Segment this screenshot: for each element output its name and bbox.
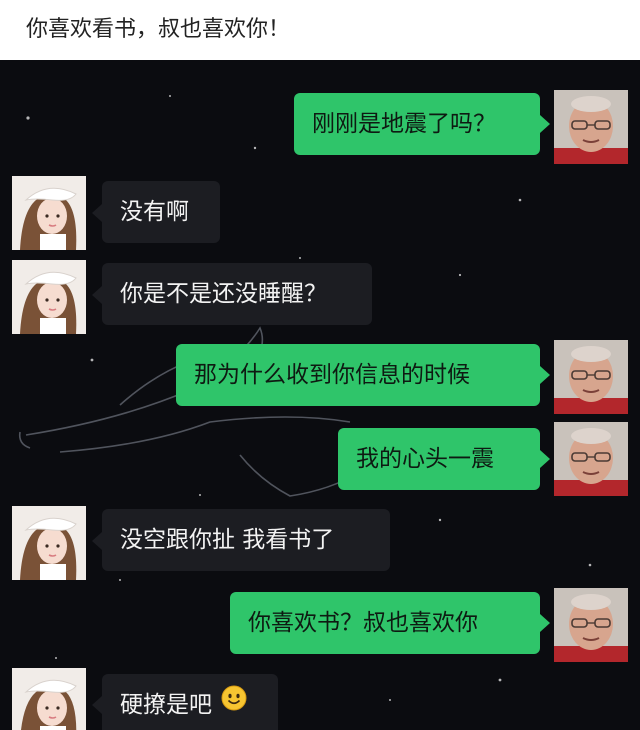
bubble-tail [92, 204, 102, 222]
message-bubble-received: 没空跟你扯 我看书了 [102, 509, 390, 571]
avatar-girl[interactable] [12, 260, 86, 334]
message-text: 你是不是还没睡醒？ [120, 281, 327, 307]
message-bubble-received: 硬撩是吧 [102, 674, 278, 730]
girl-avatar-icon [12, 260, 86, 334]
message-text: 没有啊 [120, 199, 189, 225]
girl-avatar-icon [12, 668, 86, 730]
old-man-avatar-icon [554, 90, 628, 164]
message-bubble-sent: 刚刚是地震了吗？ [294, 93, 540, 155]
bubble-tail [540, 366, 550, 384]
girl-avatar-icon [12, 506, 86, 580]
avatar-girl[interactable] [12, 176, 86, 250]
message-text: 你喜欢书？叔也喜欢你 [248, 610, 478, 636]
smiling-face-emoji-icon [221, 673, 247, 730]
message-bubble-sent: 我的心头一震 [338, 428, 540, 490]
message-text: 没空跟你扯 我看书了 [120, 527, 335, 553]
avatar-old-man[interactable] [554, 588, 628, 662]
avatar-girl[interactable] [12, 506, 86, 580]
bubble-tail [92, 532, 102, 550]
message-bubble-sent: 那为什么收到你信息的时候 [176, 344, 540, 406]
message-text: 硬撩是吧 [120, 692, 212, 718]
avatar-girl[interactable] [12, 668, 86, 730]
bubble-tail [540, 614, 550, 632]
message-text: 刚刚是地震了吗？ [312, 111, 496, 137]
bubble-tail [540, 450, 550, 468]
avatar-old-man[interactable] [554, 340, 628, 414]
chat-screenshot: 刚刚是地震了吗？ 没有啊 你是不是还没睡醒？ 那为什么收到你信息的时候 我的心头… [0, 60, 640, 730]
old-man-avatar-icon [554, 588, 628, 662]
bubble-tail [92, 286, 102, 304]
message-bubble-received: 你是不是还没睡醒？ [102, 263, 372, 325]
bubble-tail [92, 696, 102, 714]
old-man-avatar-icon [554, 340, 628, 414]
message-text: 我的心头一震 [356, 446, 494, 472]
avatar-old-man[interactable] [554, 90, 628, 164]
bubble-tail [540, 115, 550, 133]
girl-avatar-icon [12, 176, 86, 250]
message-bubble-sent: 你喜欢书？叔也喜欢你 [230, 592, 540, 654]
old-man-avatar-icon [554, 422, 628, 496]
avatar-old-man[interactable] [554, 422, 628, 496]
message-text: 那为什么收到你信息的时候 [194, 362, 470, 388]
post-caption: 你喜欢看书，叔也喜欢你！ [0, 0, 640, 60]
message-bubble-received: 没有啊 [102, 181, 220, 243]
